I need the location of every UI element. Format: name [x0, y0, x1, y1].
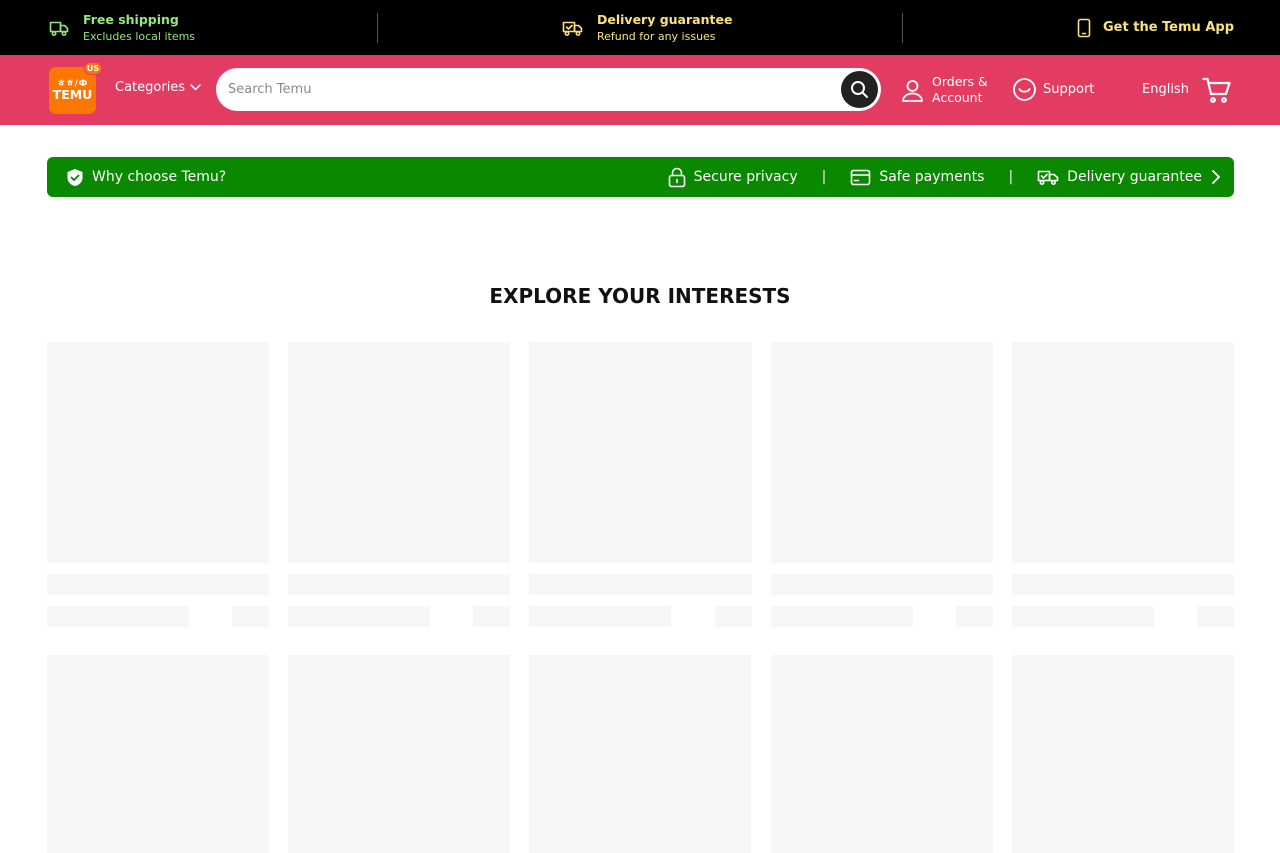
skeleton-image — [771, 655, 993, 853]
support-button[interactable]: Support — [1012, 77, 1094, 102]
smile-icon — [1013, 78, 1036, 101]
skeleton-image — [47, 655, 269, 853]
logo-text: TEMU — [52, 87, 93, 102]
chevron-right-icon — [1212, 170, 1220, 184]
product-card-skeleton — [771, 655, 993, 853]
skeleton-price-line — [288, 606, 430, 627]
categories-label: Categories — [115, 80, 186, 95]
delivery-guarantee-promo[interactable]: Delivery guarantee Refund for any issues — [562, 0, 732, 55]
lock-icon — [668, 167, 685, 187]
search-bar — [216, 68, 881, 111]
main-header: ㅎㅎ/Ф TEMU US Categories Orders & Account — [0, 55, 1280, 125]
delivery-truck-check-icon — [562, 21, 583, 36]
skeleton-meta-line — [956, 606, 993, 627]
why-choose-bar[interactable]: Why choose Temu? Secure privacy | Safe p… — [47, 157, 1234, 197]
skeleton-price-line — [771, 606, 913, 627]
safe-payments-item: Safe payments — [850, 169, 984, 186]
safe-payments-label: Safe payments — [879, 169, 985, 185]
skeleton-title-line — [529, 574, 752, 595]
skeleton-title-line — [771, 574, 993, 595]
support-label: Support — [1043, 82, 1095, 97]
product-card-skeleton — [1012, 655, 1234, 853]
skeleton-image — [1012, 342, 1234, 563]
language-selector[interactable]: English — [1142, 82, 1189, 97]
skeleton-price-line — [47, 606, 189, 627]
product-card-skeleton — [47, 655, 269, 853]
secure-privacy-item: Secure privacy — [668, 167, 798, 188]
phone-icon — [1077, 18, 1091, 37]
skeleton-meta-line — [715, 606, 752, 627]
shield-check-icon — [67, 168, 83, 186]
why-delivery-label: Delivery guarantee — [1067, 169, 1202, 185]
why-separator: | — [821, 169, 827, 185]
why-delivery-item: Delivery guarantee — [1037, 168, 1202, 186]
cart-button[interactable] — [1202, 76, 1232, 108]
skeleton-price-line — [1012, 606, 1154, 627]
why-choose-label: Why choose Temu? — [92, 169, 227, 185]
skeleton-title-line — [47, 574, 269, 595]
promo-bar: Free shipping Excludes local items Deliv… — [0, 0, 1280, 55]
search-button[interactable] — [841, 71, 878, 108]
card-icon — [851, 169, 871, 185]
delivery-guarantee-subtitle: Refund for any issues — [597, 29, 716, 43]
product-card-skeleton — [288, 655, 510, 853]
get-app-label: Get the Temu App — [1103, 20, 1234, 35]
skeleton-title-line — [1012, 574, 1234, 595]
skeleton-image — [288, 655, 510, 853]
skeleton-image — [1012, 655, 1234, 853]
skeleton-meta-line — [232, 606, 269, 627]
cart-icon — [1202, 77, 1231, 103]
orders-label: Orders & — [932, 74, 988, 89]
truck-icon — [49, 21, 69, 36]
promo-divider — [902, 13, 903, 43]
delivery-guarantee-title: Delivery guarantee — [597, 11, 733, 27]
user-icon — [902, 79, 923, 102]
free-shipping-title: Free shipping — [83, 11, 179, 27]
free-shipping-subtitle: Excludes local items — [83, 29, 196, 43]
skeleton-image — [288, 342, 510, 563]
section-title: EXPLORE YOUR INTERESTS — [489, 284, 791, 308]
skeleton-image — [47, 342, 269, 563]
why-separator: | — [1008, 169, 1014, 185]
product-card-skeleton — [529, 655, 751, 853]
free-shipping-promo[interactable]: Free shipping Excludes local items — [49, 0, 195, 55]
delivery-truck-check-icon — [1037, 170, 1059, 186]
account-label: Account — [932, 90, 983, 105]
skeleton-image — [529, 655, 751, 853]
skeleton-meta-line — [473, 606, 510, 627]
skeleton-price-line — [529, 606, 671, 627]
skeleton-title-line — [288, 574, 510, 595]
secure-privacy-label: Secure privacy — [693, 169, 798, 185]
skeleton-image — [771, 342, 993, 563]
get-app-link[interactable]: Get the Temu App — [1077, 0, 1234, 55]
orders-account-button[interactable]: Orders & Account — [900, 74, 988, 106]
skeleton-image — [529, 342, 752, 563]
search-input[interactable] — [228, 68, 828, 111]
chevron-down-icon — [190, 84, 201, 91]
region-badge: US — [84, 62, 102, 75]
skeleton-meta-line — [1197, 606, 1234, 627]
search-icon — [851, 81, 868, 98]
categories-menu[interactable]: Categories — [115, 80, 201, 95]
promo-divider — [377, 13, 378, 43]
